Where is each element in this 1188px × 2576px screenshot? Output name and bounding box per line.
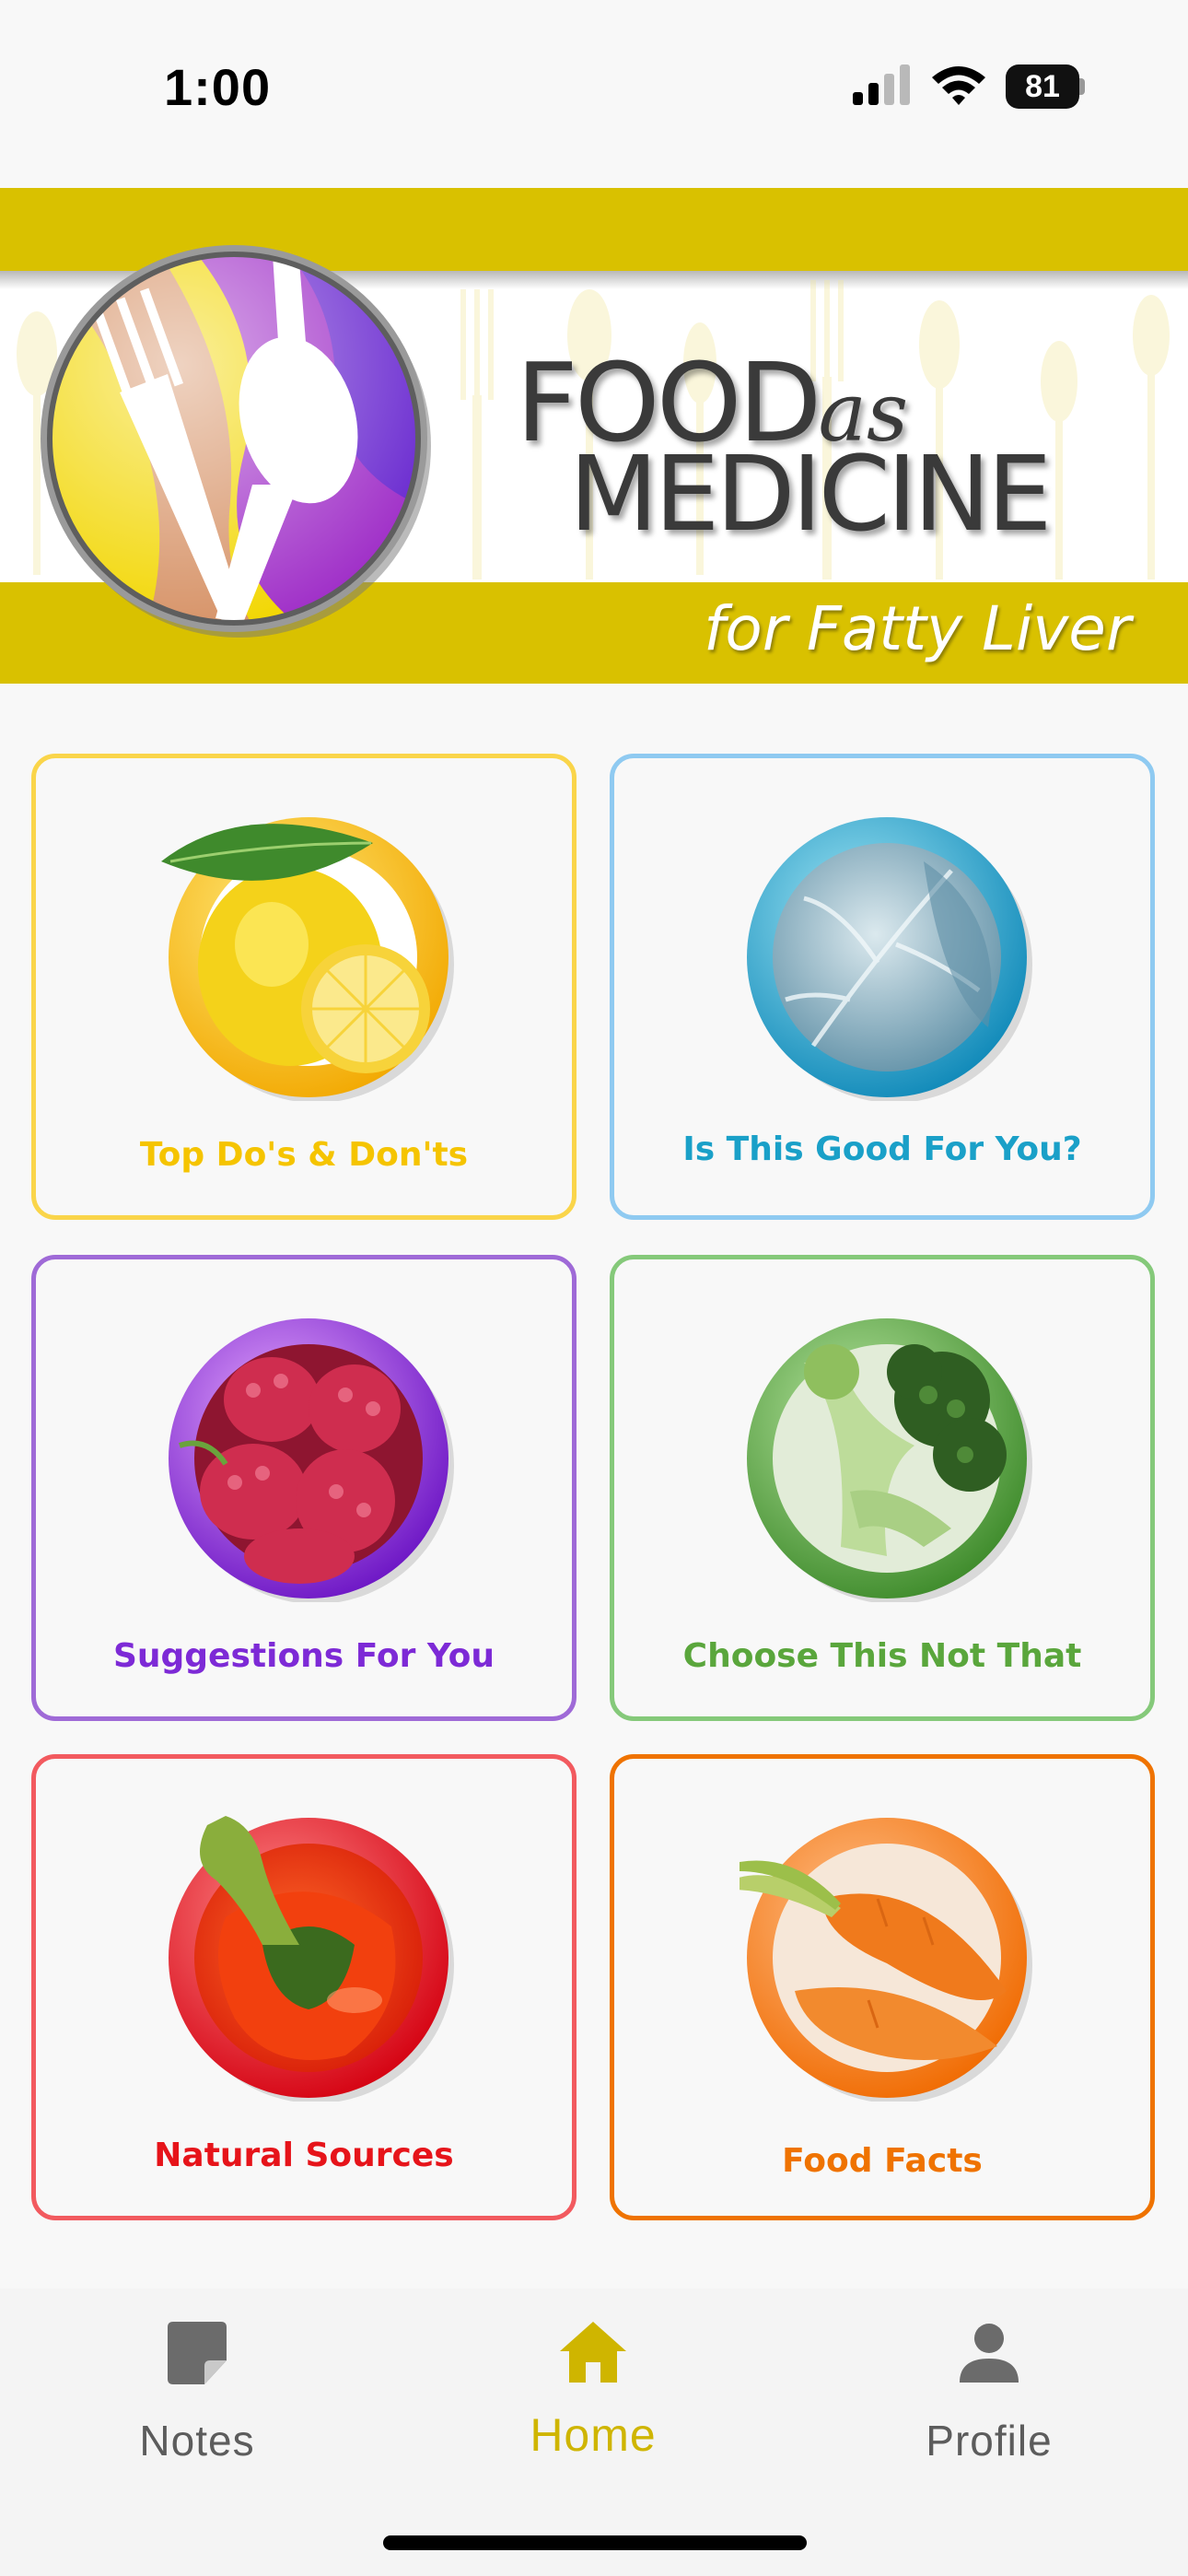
pepper-icon bbox=[169, 1816, 454, 2102]
person-icon bbox=[960, 2324, 1019, 2383]
wifi-icon bbox=[932, 66, 985, 105]
tile-food-facts[interactable]: Food Facts bbox=[610, 1754, 1155, 2220]
home-icon bbox=[560, 2322, 626, 2383]
tile-label: Top Do's & Don'ts bbox=[139, 1136, 469, 1174]
carrot-icon bbox=[740, 1818, 1032, 2102]
tab-label: Notes bbox=[139, 2417, 255, 2465]
brand-title-line2: MEDICINE bbox=[569, 435, 1052, 555]
tile-label: Suggestions For You bbox=[112, 1637, 495, 1675]
tab-label: Profile bbox=[926, 2417, 1053, 2465]
battery-level: 81 bbox=[1025, 69, 1060, 104]
tile-choose-this-not-that[interactable]: Choose This Not That bbox=[610, 1255, 1155, 1721]
note-icon bbox=[168, 2322, 227, 2384]
tab-bar: Notes Home Profile bbox=[0, 2289, 1188, 2576]
lemon-icon bbox=[161, 817, 454, 1101]
app-banner: FOODas MEDICINE for Fatty Liver bbox=[0, 188, 1188, 684]
tile-label: Natural Sources bbox=[154, 2137, 454, 2174]
signal-icon bbox=[853, 64, 910, 105]
tab-home[interactable]: Home bbox=[455, 2316, 731, 2500]
tile-label: Choose This Not That bbox=[682, 1637, 1082, 1675]
tile-top-dos-donts[interactable]: Top Do's & Don'ts bbox=[31, 754, 577, 1220]
tile-suggestions-for-you[interactable]: Suggestions For You bbox=[31, 1255, 577, 1721]
status-time: 1:00 bbox=[164, 58, 272, 116]
tab-notes[interactable]: Notes bbox=[59, 2316, 335, 2500]
tile-is-this-good-for-you[interactable]: Is This Good For You? bbox=[610, 754, 1155, 1220]
broccoli-icon bbox=[747, 1318, 1032, 1602]
tab-profile[interactable]: Profile bbox=[851, 2316, 1127, 2500]
status-bar: 1:00 81 bbox=[0, 0, 1188, 175]
home-indicator[interactable] bbox=[383, 2535, 807, 2550]
tile-label: Is This Good For You? bbox=[682, 1130, 1082, 1168]
brand-logo-icon bbox=[41, 245, 431, 638]
tile-label: Food Facts bbox=[782, 2142, 983, 2180]
cabbage-icon bbox=[747, 817, 1032, 1101]
raspberry-icon bbox=[169, 1318, 454, 1602]
tile-natural-sources[interactable]: Natural Sources bbox=[31, 1754, 577, 2220]
brand-subtitle: for Fatty Liver bbox=[704, 593, 1131, 664]
tab-label: Home bbox=[530, 2409, 657, 2461]
battery-icon: 81 bbox=[1006, 64, 1085, 109]
